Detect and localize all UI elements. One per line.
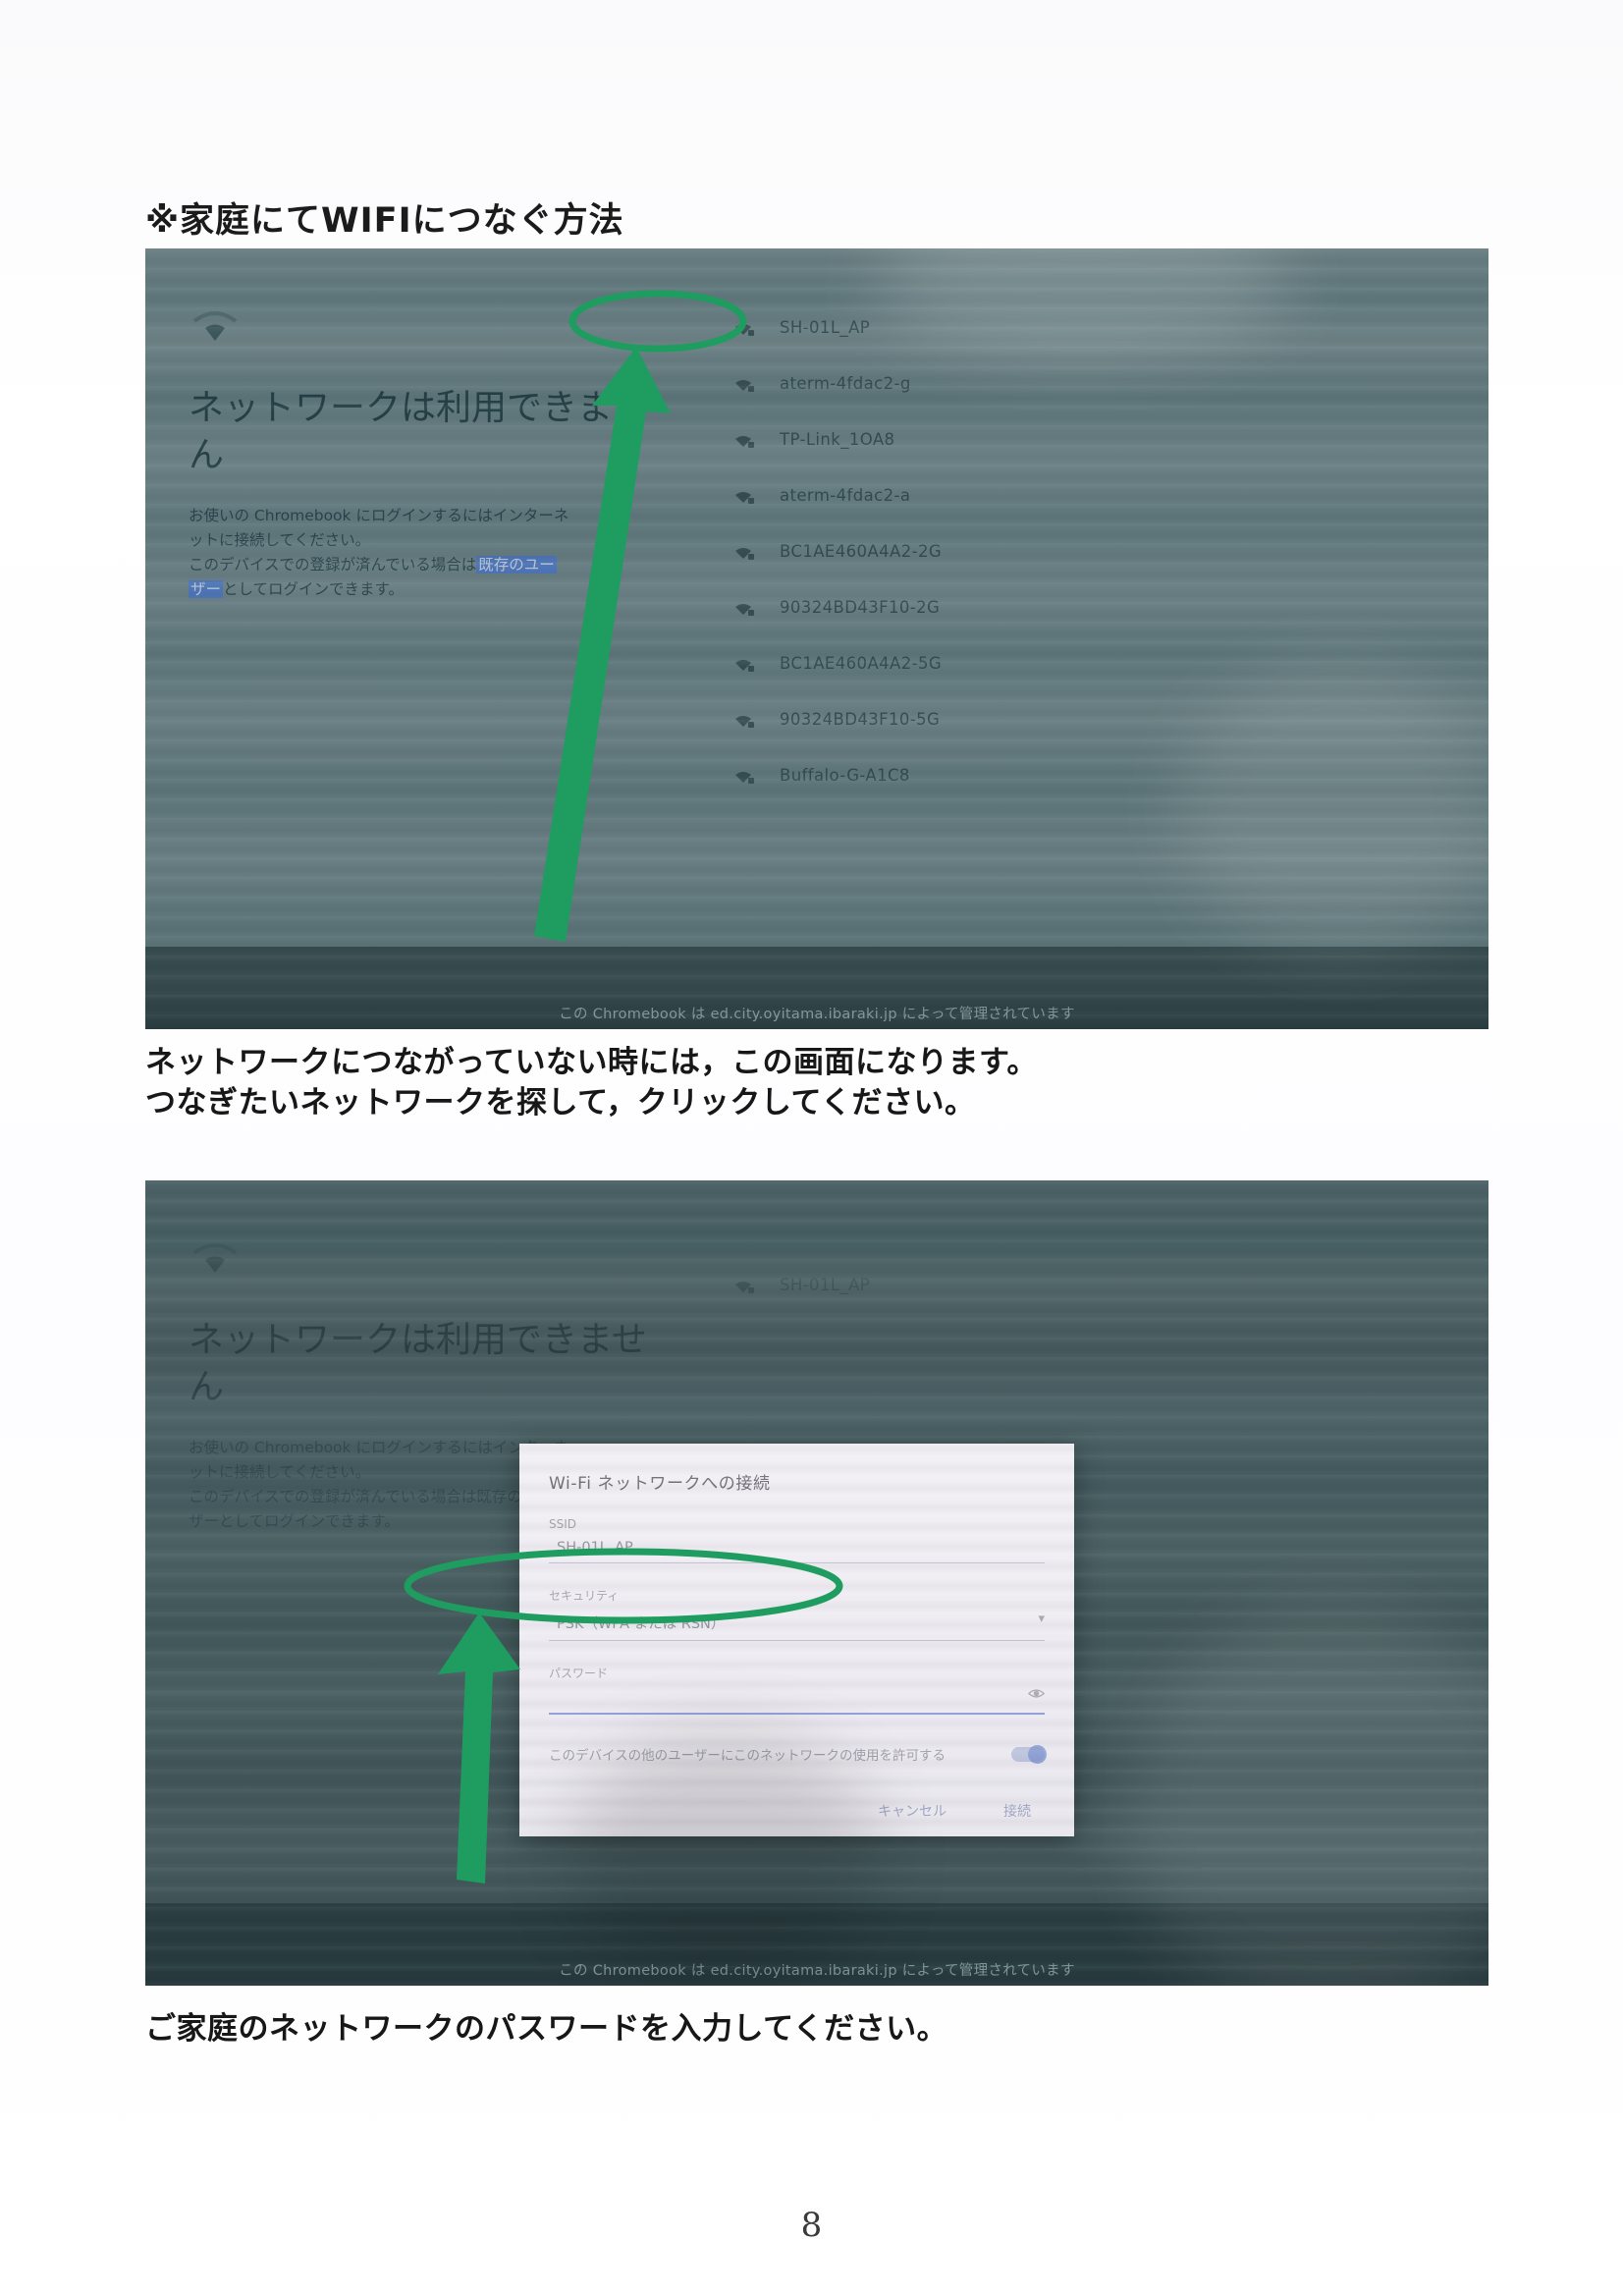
wifi-icon: [192, 311, 238, 341]
password-underline: [549, 1713, 1045, 1715]
ssid-label: SSID: [549, 1517, 577, 1531]
list-item[interactable]: aterm-4fdac2-g: [730, 355, 1192, 411]
wifi-locked-icon: [735, 772, 754, 784]
chromebook-screen-2: ネットワークは利用できません お使いの Chromebook にログインするには…: [145, 1180, 1488, 1986]
body-line-3: このデバイスでの登録が済んでいる場合は既存のユー: [189, 553, 650, 577]
wifi-locked-icon: [735, 1282, 754, 1293]
connect-button[interactable]: 接続: [1003, 1801, 1031, 1821]
eye-icon[interactable]: [1028, 1685, 1045, 1702]
caption-1: ネットワークにつながっていない時には，この画面になります。 つなぎたいネットワー…: [145, 1043, 1038, 1123]
caption-2-line-1: ご家庭のネットワークのパスワードを入力してください。: [145, 2011, 948, 2047]
existing-user-link-part2[interactable]: ザー: [189, 580, 224, 599]
list-item[interactable]: 90324BD43F10-2G: [730, 579, 1192, 635]
dialog-title: Wi-Fi ネットワークへの接続: [549, 1474, 771, 1494]
ssid-value: SH-01L_AP: [557, 1540, 633, 1556]
list-item[interactable]: 90324BD43F10-5G: [730, 691, 1192, 747]
managed-notice-text: この Chromebook は ed.city.oyitama.ibaraki.…: [559, 1007, 1075, 1022]
list-item[interactable]: aterm-4fdac2-a: [730, 467, 1192, 523]
body-line-4-text: としてログインできます。: [223, 580, 405, 599]
list-item[interactable]: BC1AE460A4A2-5G: [730, 635, 1192, 691]
body-line-3-text: このデバイスでの登録が済んでいる場合は: [189, 556, 477, 574]
body-line-1: お使いの Chromebook にログインするにはインターネ: [189, 507, 569, 525]
caption-1-line-2: つなぎたいネットワークを探して，クリックしてください。: [145, 1085, 976, 1121]
list-item-label: aterm-4fdac2-a: [780, 486, 911, 505]
list-item-label: 90324BD43F10-2G: [780, 598, 941, 617]
managed-notice-text: この Chromebook は ed.city.oyitama.ibaraki.…: [559, 1963, 1075, 1979]
wifi-locked-icon: [735, 660, 754, 672]
security-value: PSK（WPA または RSN）: [557, 1616, 726, 1632]
no-network-heading: ネットワークは利用できません: [189, 388, 647, 475]
screenshot-photo-1: ネットワークは利用できません お使いの Chromebook にログインするには…: [145, 248, 1488, 1029]
wifi-locked-icon: [735, 492, 754, 504]
security-underline: [549, 1640, 1045, 1641]
existing-user-link-part1[interactable]: 既存のユー: [476, 556, 557, 574]
no-network-body: お使いの Chromebook にログインするにはインターネ ットに接続してくだ…: [189, 504, 650, 602]
chromebook-screen-1: ネットワークは利用できません お使いの Chromebook にログインするには…: [145, 248, 1488, 1029]
network-list-2: SH-01L_AP: [730, 1257, 1192, 1313]
password-field[interactable]: パスワード: [549, 1665, 1045, 1715]
list-item-label: 90324BD43F10-5G: [780, 710, 941, 729]
dialog-actions: キャンセル 接続: [549, 1801, 1045, 1821]
security-field[interactable]: セキュリティ PSK（WPA または RSN） ▾: [549, 1587, 1045, 1641]
list-item-label: Buffalo-G-A1C8: [780, 766, 910, 785]
caption-2: ご家庭のネットワークのパスワードを入力してください。: [145, 2009, 947, 2050]
allow-others-row[interactable]: このデバイスの他のユーザーにこのネットワークの使用を許可する: [549, 1744, 1047, 1764]
list-item-label: SH-01L_AP: [780, 1276, 871, 1294]
wifi-locked-icon: [735, 548, 754, 560]
page-title: ※家庭にてWIFIにつなぐ方法: [145, 201, 624, 241]
body-line-4: ザーとしてログインできます。: [189, 577, 650, 602]
screenshot-photo-2: ネットワークは利用できません お使いの Chromebook にログインするには…: [145, 1180, 1488, 1986]
ssid-underline: [549, 1562, 1045, 1563]
list-item-label: BC1AE460A4A2-2G: [780, 542, 943, 561]
wifi-icon: [192, 1243, 238, 1273]
no-network-heading: ネットワークは利用できません: [189, 1320, 647, 1407]
password-input-row[interactable]: [549, 1681, 1045, 1706]
wifi-locked-icon: [735, 716, 754, 728]
managed-notice-bar-2: この Chromebook は ed.city.oyitama.ibaraki.…: [145, 1903, 1488, 1986]
document-page: ※家庭にてWIFIにつなぐ方法 ネットワークは利用できません お使いの Chro…: [0, 0, 1623, 2296]
security-label: セキュリティ: [549, 1589, 620, 1603]
wifi-locked-icon: [735, 324, 754, 336]
managed-notice-bar-1: この Chromebook は ed.city.oyitama.ibaraki.…: [145, 947, 1488, 1029]
allow-others-toggle[interactable]: [1011, 1744, 1047, 1764]
cancel-button[interactable]: キャンセル: [878, 1801, 947, 1821]
glare-highlight-right: [1176, 661, 1488, 956]
wifi-locked-icon: [735, 604, 754, 616]
list-item-label: aterm-4fdac2-g: [780, 374, 911, 393]
list-item[interactable]: TP-Link_1OA8: [730, 411, 1192, 467]
security-select[interactable]: PSK（WPA または RSN） ▾: [549, 1604, 1045, 1633]
list-item[interactable]: SH-01L_AP: [730, 1257, 1192, 1313]
no-network-panel-1: ネットワークは利用できません お使いの Chromebook にログインするには…: [189, 307, 650, 602]
caption-1-line-1: ネットワークにつながっていない時には，この画面になります。: [145, 1045, 1038, 1080]
wifi-locked-icon: [735, 436, 754, 448]
allow-others-label: このデバイスの他のユーザーにこのネットワークの使用を許可する: [549, 1748, 947, 1764]
body-line-2: ットに接続してください。: [189, 531, 371, 550]
password-input[interactable]: [549, 1690, 562, 1706]
list-item-label: SH-01L_AP: [780, 318, 871, 337]
password-label: パスワード: [549, 1667, 609, 1680]
ssid-field: SSID SH-01L_AP: [549, 1517, 1045, 1563]
list-item-label: BC1AE460A4A2-5G: [780, 654, 943, 673]
wifi-locked-icon: [735, 380, 754, 392]
list-item[interactable]: SH-01L_AP: [730, 300, 1192, 355]
network-list-1[interactable]: SH-01L_AP aterm-4fdac2-g TP-Link_1OA8aterm…: [730, 300, 1192, 803]
page-number: 8: [800, 2206, 823, 2245]
wifi-connect-dialog[interactable]: Wi-Fi ネットワークへの接続 SSID SH-01L_AP セキュリティ P…: [519, 1444, 1074, 1836]
list-item[interactable]: Buffalo-G-A1C8: [730, 747, 1192, 803]
list-item-label: TP-Link_1OA8: [780, 430, 895, 449]
chevron-down-icon[interactable]: ▾: [1038, 1611, 1045, 1626]
list-item[interactable]: BC1AE460A4A2-2G: [730, 523, 1192, 579]
